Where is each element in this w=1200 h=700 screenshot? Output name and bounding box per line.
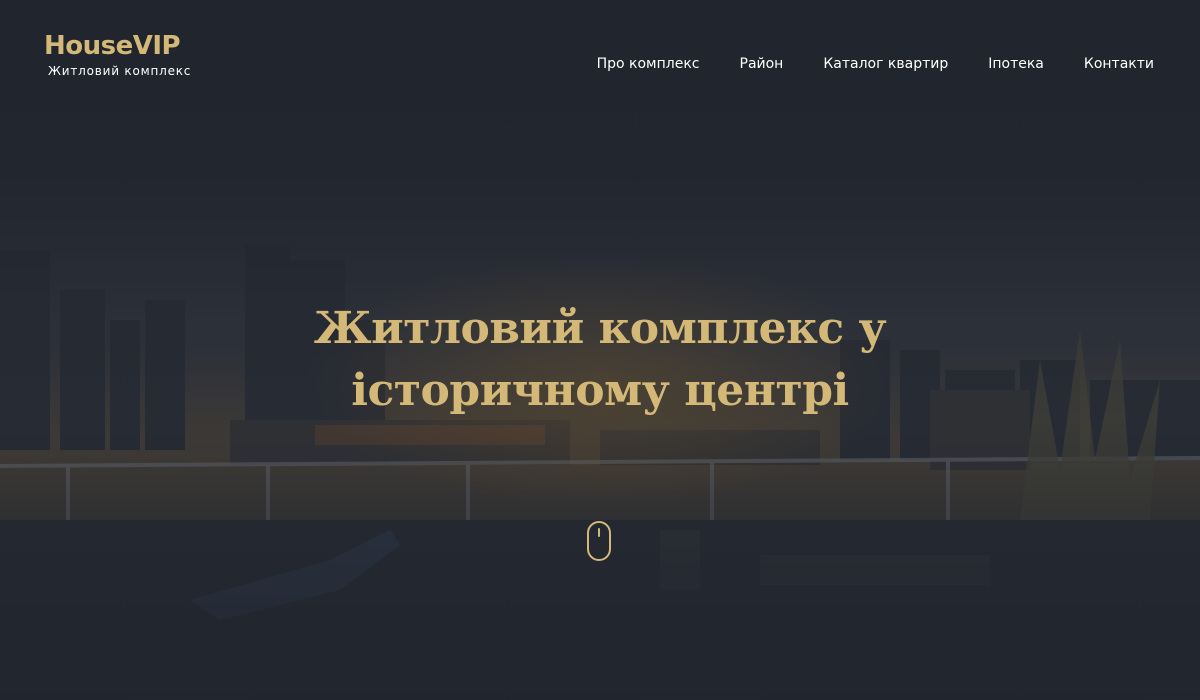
site-header: HouseVIP Житловий комплекс Про комплекс … xyxy=(0,0,1200,120)
logo[interactable]: HouseVIP Житловий комплекс xyxy=(44,30,191,78)
nav-item-about[interactable]: Про комплекс xyxy=(597,56,700,72)
logo-subtitle: Житловий комплекс xyxy=(48,64,192,78)
hero-title-line-2: історичному центрі xyxy=(351,365,849,416)
nav-item-catalog[interactable]: Каталог квартир xyxy=(823,56,948,72)
landing-page: HouseVIP Житловий комплекс Про комплекс … xyxy=(0,0,1200,700)
logo-name: HouseVIP xyxy=(44,31,181,61)
mouse-scroll-icon[interactable] xyxy=(586,520,612,562)
hero-title-line-1: Житловий комплекс у xyxy=(313,303,887,354)
nav-item-contacts[interactable]: Контакти xyxy=(1084,56,1154,72)
nav-item-mortgage[interactable]: Іпотека xyxy=(988,56,1044,72)
main-navigation: Про комплекс Район Каталог квартир Іпоте… xyxy=(597,56,1154,72)
nav-item-district[interactable]: Район xyxy=(740,56,784,72)
hero-title: Житловий комплекс у історичному центрі xyxy=(0,298,1200,422)
